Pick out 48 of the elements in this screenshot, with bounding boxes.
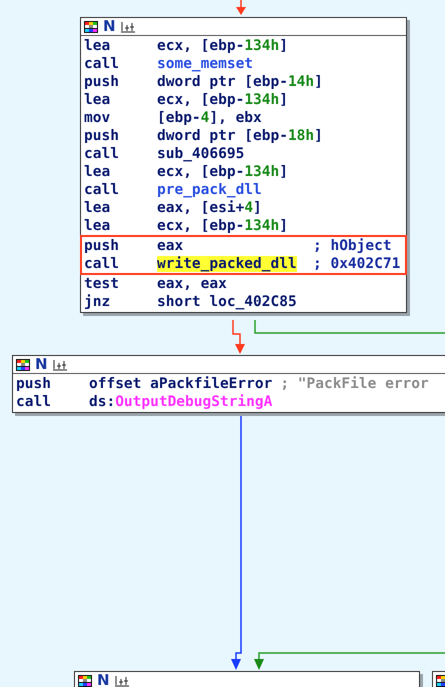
graph-icon[interactable] [114, 674, 129, 686]
grid-icon[interactable] [84, 20, 98, 32]
comment: ; "PackFile error [280, 375, 429, 393]
operand: sub_406695 [157, 145, 244, 163]
grid-icon[interactable] [78, 674, 92, 686]
node-mark[interactable]: N [103, 19, 116, 34]
operand: dword ptr [ebp-14h] [157, 73, 323, 91]
mnemonic: call [84, 55, 120, 73]
mnemonic: lea [84, 163, 112, 181]
mnemonic: push [84, 237, 120, 255]
operand: ecx, [ebp-134h] [157, 217, 288, 235]
flow-arrow [232, 320, 245, 354]
mnemonic: call [84, 255, 120, 273]
graph-icon[interactable] [120, 20, 135, 32]
mnemonic: lea [84, 217, 112, 235]
operand: eax [157, 237, 184, 255]
mnemonic: push [84, 127, 120, 145]
comment: ; hObject [313, 237, 392, 255]
mnemonic: lea [84, 91, 112, 109]
mnemonic: lea [84, 37, 112, 55]
grid-icon[interactable] [16, 358, 30, 370]
node-mark[interactable]: N [97, 673, 110, 687]
operand: ds:OutputDebugStringA [89, 393, 272, 411]
operand: ecx, [ebp-134h] [157, 91, 288, 109]
operand: eax, eax [157, 275, 227, 293]
node-mark[interactable]: N [35, 357, 48, 372]
mnemonic: jnz [84, 293, 112, 311]
mnemonic: call [84, 181, 120, 199]
operand: offset aPackfileError [89, 375, 272, 393]
operand: ecx, [ebp-134h] [157, 37, 288, 55]
operand: dword ptr [ebp-18h] [157, 127, 323, 145]
operand: short loc_402C85 [157, 293, 297, 311]
operand: ecx, [ebp-134h] [157, 163, 288, 181]
operand: eax, [esi+4] [157, 199, 262, 217]
operand: write_packed_dll [157, 255, 298, 273]
graph-icon[interactable] [52, 358, 67, 370]
mnemonic: push [84, 73, 120, 91]
mnemonic: call [16, 393, 52, 411]
mnemonic: lea [84, 199, 112, 217]
flow-arrow [236, 0, 246, 15]
mnemonic: mov [84, 109, 112, 127]
operand: some_memset [157, 55, 254, 73]
mnemonic: test [84, 275, 120, 293]
operand: [ebp-4], ebx [157, 109, 262, 127]
mnemonic: call [84, 145, 120, 163]
comment: ; 0x402C71 [313, 255, 400, 273]
operand: pre_pack_dll [157, 181, 262, 199]
mnemonic: push [16, 375, 52, 393]
